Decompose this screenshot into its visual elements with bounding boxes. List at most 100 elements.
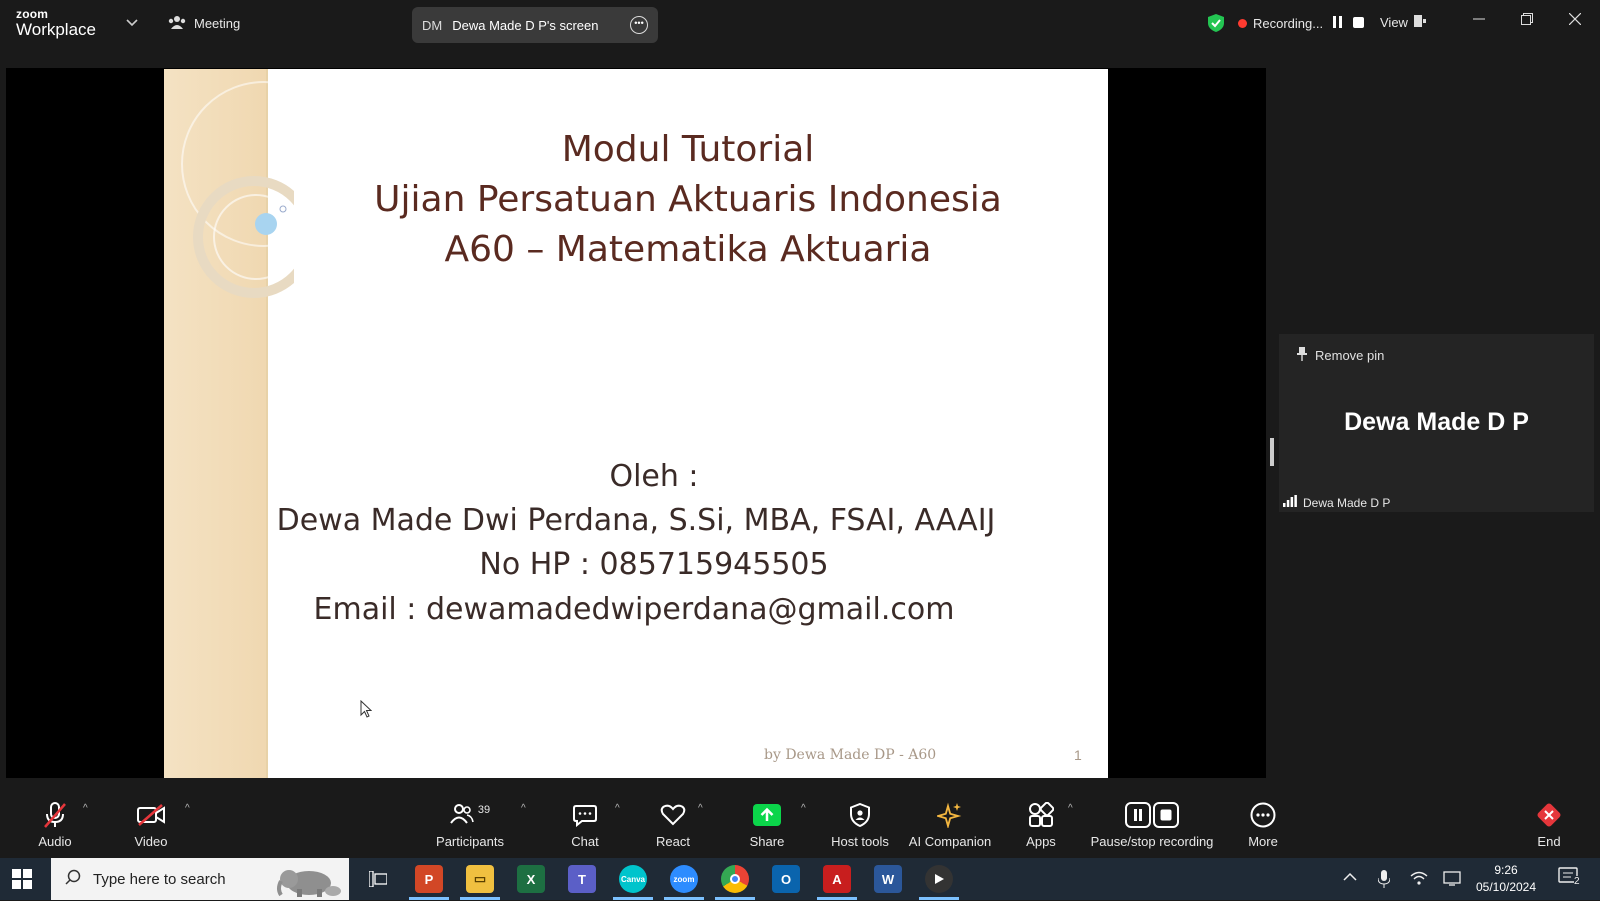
chat-button[interactable]: Chat [560,797,610,849]
elephant-illustration-icon [271,863,341,901]
react-label: React [656,834,690,849]
more-label: More [1248,834,1278,849]
title-bar: zoom Workplace Meeting DM Dewa Made D P'… [0,0,1600,48]
video-label: Video [134,834,168,849]
brand-big: Workplace [16,20,96,39]
participants-button[interactable]: 39 Participants [432,797,508,849]
participant-name: Dewa Made D P [1344,408,1529,436]
recording-label: Recording... [1253,16,1324,31]
video-button[interactable]: Video [126,797,176,849]
sharer-initials: DM [422,17,443,33]
pause-recording-icon[interactable] [1333,16,1343,31]
remove-pin-button[interactable]: Remove pin [1297,347,1384,364]
share-options-icon[interactable]: ^ [801,803,806,814]
minimize-icon[interactable] [1469,12,1489,30]
meeting-icon [168,14,186,33]
more-dots-icon [1238,797,1288,833]
pause-stop-label: Pause/stop recording [1090,834,1214,849]
presentation-slide: Modul Tutorial Ujian Persatuan Aktuaris … [164,69,1108,778]
windows-start-icon[interactable] [12,869,32,894]
react-button[interactable]: React [648,797,698,849]
slide-page-number: 1 [1074,747,1082,763]
chat-options-icon[interactable]: ^ [615,803,620,814]
participant-video-tile[interactable]: Remove pin Dewa Made D P Dewa Made D P [1279,334,1594,512]
end-button[interactable]: End [1524,797,1574,849]
slide-author: Dewa Made Dwi Perdana, S.Si, MBA, FSAI, … [276,503,996,538]
acrobat-icon[interactable]: A [817,865,857,900]
end-label: End [1537,834,1561,849]
zoom-logo[interactable]: zoom Workplace [16,8,96,38]
heart-icon [648,797,698,833]
meeting-menu[interactable]: Meeting [168,14,240,33]
react-options-icon[interactable]: ^ [698,803,703,814]
taskbar-clock[interactable]: 9:26 05/10/2024 [1466,862,1546,896]
pin-icon [1297,347,1307,364]
panel-resize-handle[interactable] [1270,438,1274,466]
more-options-icon[interactable]: ••• [630,16,648,34]
video-off-icon [126,797,176,833]
host-shield-icon [828,797,892,833]
task-view-icon[interactable] [364,865,392,893]
restore-icon[interactable] [1517,12,1537,30]
teams-icon[interactable]: T [568,865,596,893]
chevron-down-icon[interactable] [126,16,138,30]
pause-stop-recording-button[interactable]: Pause/stop recording [1090,797,1214,849]
security-shield-icon[interactable] [1207,13,1225,38]
chrome-icon[interactable] [715,865,755,900]
pause-stop-icon [1090,797,1214,833]
host-tools-label: Host tools [831,834,889,849]
remove-pin-label: Remove pin [1315,348,1385,363]
share-screen-icon [742,797,792,833]
audio-label: Audio [38,834,72,849]
audio-options-icon[interactable]: ^ [83,803,88,814]
participant-footer: Dewa Made D P [1283,495,1390,510]
powerpoint-icon[interactable]: P [409,865,449,900]
outlook-icon[interactable]: O [772,865,800,893]
slide-by-label: Oleh : [609,459,699,494]
meeting-label: Meeting [194,16,241,31]
share-button[interactable]: Share [742,797,792,849]
ai-companion-label: AI Companion [908,834,992,849]
wifi-icon[interactable] [1410,870,1428,889]
slide-title-line-2: Ujian Persatuan Aktuaris Indonesia [374,179,1002,220]
stop-recording-icon[interactable] [1353,16,1365,31]
audio-button[interactable]: Audio [30,797,80,849]
chat-icon [560,797,610,833]
apps-button[interactable]: Apps [1016,797,1066,849]
file-explorer-icon[interactable]: ▭ [460,865,500,900]
view-button[interactable]: View [1380,15,1426,30]
ai-companion-button[interactable]: AI Companion [904,797,996,849]
notifications-icon[interactable]: 2 [1558,867,1580,890]
close-icon[interactable] [1565,12,1585,30]
taskbar-search-box[interactable]: Type here to search [51,858,349,900]
microphone-icon[interactable] [1377,870,1391,891]
brand-small: zoom [16,7,49,21]
word-icon[interactable]: W [874,865,902,893]
windows-taskbar: Type here to search P ▭ X T Canva zoom O… [0,858,1600,900]
display-icon[interactable] [1443,870,1461,889]
view-layout-icon [1413,15,1426,30]
media-player-icon[interactable] [919,865,959,900]
participants-options-icon[interactable]: ^ [521,803,526,814]
slide-title-line-3: A60 – Matematika Aktuaria [444,229,932,270]
sparkle-icon [904,797,996,833]
canva-icon[interactable]: Canva [613,865,653,900]
participant-footer-name: Dewa Made D P [1303,495,1391,510]
excel-icon[interactable]: X [517,865,545,893]
zoom-icon[interactable]: zoom [664,865,704,900]
clock-time: 9:26 [1494,863,1518,877]
search-placeholder: Type here to search [93,870,226,888]
shared-screen-indicator[interactable]: DM Dewa Made D P's screen ••• [412,7,658,43]
apps-options-icon[interactable]: ^ [1068,803,1073,814]
show-hidden-icons-icon[interactable] [1343,870,1357,885]
search-icon [65,869,81,889]
share-label: Share [749,834,785,849]
slide-title-line-1: Modul Tutorial [561,129,815,170]
host-tools-button[interactable]: Host tools [828,797,892,849]
apps-label: Apps [1026,834,1056,849]
slide-email: Email : dewamadedwiperdana@gmail.com [313,592,955,627]
slide-footer: by Dewa Made DP - A60 [764,747,937,763]
participants-icon [450,803,474,828]
video-options-icon[interactable]: ^ [185,803,190,814]
more-button[interactable]: More [1238,797,1288,849]
